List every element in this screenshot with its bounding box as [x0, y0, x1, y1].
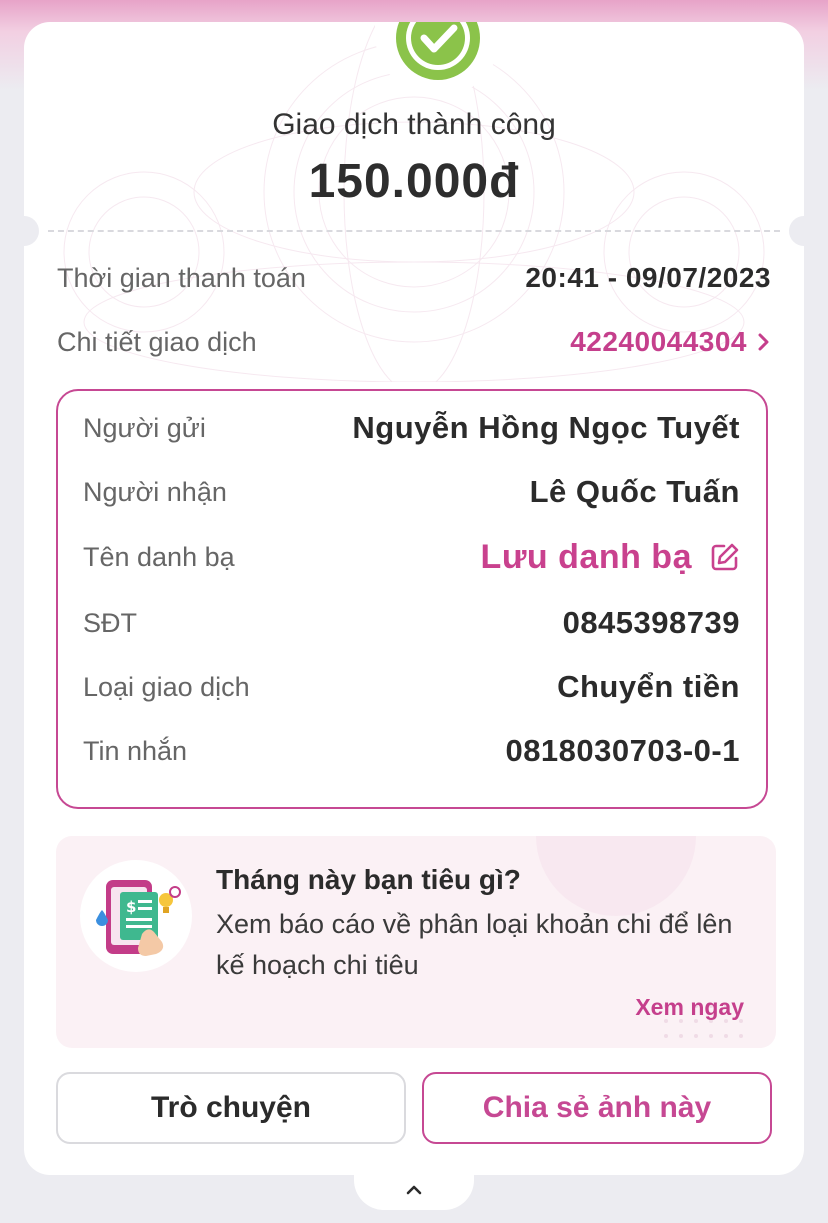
svg-text:$: $ — [126, 898, 136, 916]
transaction-id-link[interactable]: 42240044304 — [570, 326, 771, 358]
chat-button[interactable]: Trò chuyện — [56, 1072, 406, 1144]
message-value: 0818030703-0-1 — [505, 733, 740, 768]
status-title: Giao dịch thành công — [272, 108, 556, 141]
share-image-button[interactable]: Chia sẻ ảnh này — [422, 1072, 772, 1144]
transaction-details-box: Người gửi Nguyễn Hồng Ngọc Tuyết Người n… — [56, 389, 768, 809]
contact-name-label: Tên danh bạ — [83, 541, 235, 572]
save-contact-button[interactable]: Lưu danh bạ — [481, 538, 740, 577]
amount: 150.000đ — [308, 155, 520, 208]
payment-time-row: Thời gian thanh toán 20:41 - 09/07/2023 — [57, 258, 771, 298]
receiver-label: Người nhận — [83, 476, 227, 507]
detail-row-contact-name: Tên danh bạ Lưu danh bạ — [83, 537, 740, 577]
message-label: Tin nhắn — [83, 735, 188, 766]
ticket-divider — [48, 230, 780, 232]
promo-title: Tháng này bạn tiêu gì? — [216, 864, 521, 895]
detail-row-type: Loại giao dịch Chuyển tiền — [83, 667, 740, 707]
success-badge — [375, 22, 501, 97]
sender-label: Người gửi — [83, 412, 206, 443]
sender-value: Nguyễn Hồng Ngọc Tuyết — [352, 410, 740, 445]
transaction-detail-row: Chi tiết giao dịch 42240044304 — [57, 322, 771, 362]
chevron-up-icon — [406, 1185, 422, 1195]
view-now-link[interactable]: Xem ngay — [635, 994, 744, 1021]
spending-report-promo[interactable]: $ Tháng này bạn tiêu gì? Xem báo cáo về … — [56, 836, 776, 1048]
detail-row-message: Tin nhắn 0818030703-0-1 — [83, 731, 740, 771]
check-circle-icon — [396, 22, 480, 80]
edit-icon — [711, 543, 739, 571]
chevron-right-icon — [758, 333, 769, 351]
spending-report-icon: $ — [80, 860, 192, 972]
detail-row-sender: Người gửi Nguyễn Hồng Ngọc Tuyết — [83, 408, 740, 448]
payment-time-label: Thời gian thanh toán — [57, 262, 306, 293]
promo-description: Xem báo cáo về phân loại khoản chi để lê… — [216, 909, 733, 980]
ticket-notch-left — [24, 216, 39, 246]
type-value: Chuyển tiền — [557, 669, 740, 704]
phone-label: SĐT — [83, 607, 137, 638]
detail-row-receiver: Người nhận Lê Quốc Tuấn — [83, 472, 740, 512]
payment-time-value: 20:41 - 09/07/2023 — [525, 262, 771, 293]
transaction-id: 42240044304 — [570, 326, 747, 357]
save-contact-label: Lưu danh bạ — [480, 537, 692, 576]
collapse-handle[interactable] — [354, 1172, 474, 1210]
ticket-notch-right — [789, 216, 804, 246]
type-label: Loại giao dịch — [83, 671, 250, 702]
receiver-value: Lê Quốc Tuấn — [529, 474, 740, 509]
receipt-card: Giao dịch thành công 150.000đ Thời gian … — [24, 22, 804, 1175]
transaction-detail-label: Chi tiết giao dịch — [57, 326, 257, 357]
phone-value: 0845398739 — [562, 605, 740, 640]
detail-row-phone: SĐT 0845398739 — [83, 603, 740, 643]
